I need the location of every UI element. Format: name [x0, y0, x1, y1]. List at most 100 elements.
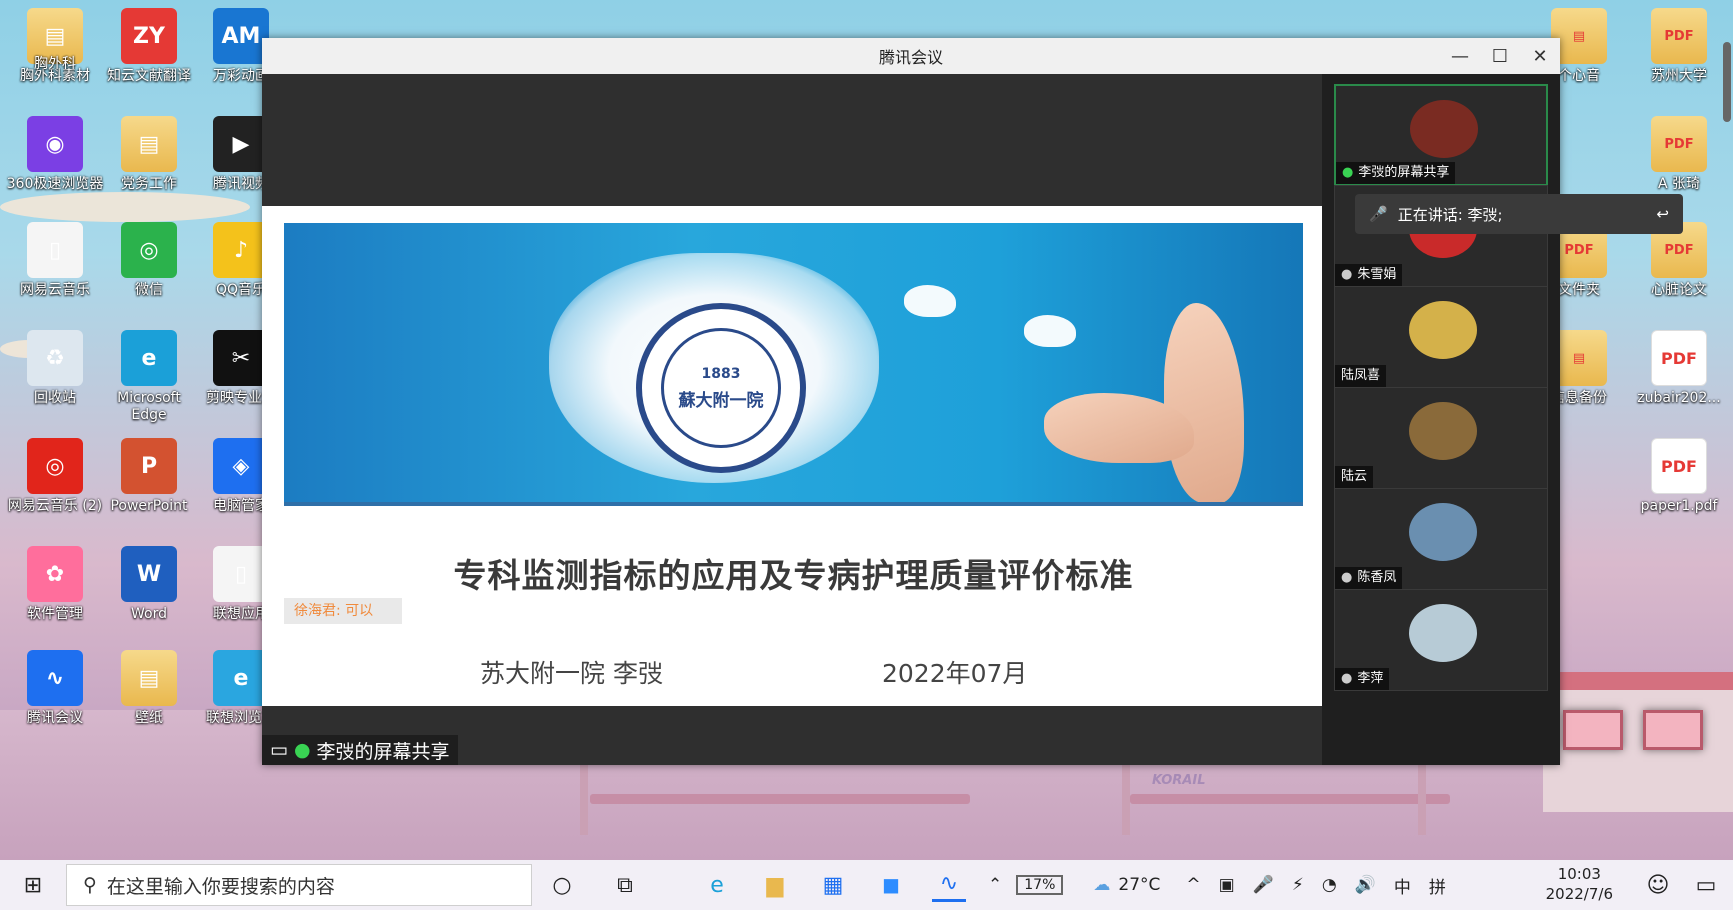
- desktop-icon-label: A 张琦: [1657, 176, 1701, 192]
- participant-name: 陆凤喜: [1341, 368, 1381, 383]
- seal-year: 1883: [701, 365, 741, 382]
- desktop-icon-image: ✿: [27, 546, 83, 602]
- desktop-scrollbar[interactable]: [1723, 42, 1731, 122]
- zoom-icon[interactable]: ◼: [874, 868, 908, 902]
- collapse-icon[interactable]: ↩: [1656, 205, 1669, 223]
- desktop-icon[interactable]: ▤ 壁纸: [100, 650, 198, 727]
- participant-tile[interactable]: ● 李萍: [1334, 589, 1548, 691]
- desktop-icon[interactable]: PDF zubair202...: [1630, 330, 1728, 407]
- desktop-icon-image: ◈: [213, 438, 269, 494]
- wallpaper-sign: KORAIL: [1152, 773, 1206, 788]
- wallpaper-bench: [1130, 794, 1450, 804]
- desktop-icon-image: ◎: [27, 438, 83, 494]
- power-icon[interactable]: ⚡: [1292, 875, 1304, 895]
- search-placeholder: 在这里输入你要搜索的内容: [106, 875, 335, 898]
- desktop-icon-image: ▯: [213, 546, 269, 602]
- desktop-icon-label: PowerPoint: [110, 498, 188, 514]
- participant-name-tag: ● 朱雪娟: [1335, 264, 1403, 286]
- taskbar: ⊞ ⚲ 在这里输入你要搜索的内容 ○ ⧉ e ▆ ▦ ◼ ∿ ⌃ 17% ☁ 2…: [0, 860, 1733, 910]
- participant-tile[interactable]: 陆凤喜: [1334, 286, 1548, 388]
- volume-icon[interactable]: 🔊: [1355, 875, 1376, 895]
- battery-indicator[interactable]: 17%: [1016, 875, 1064, 895]
- weather-temp[interactable]: 27°C: [1118, 875, 1160, 895]
- participant-tile[interactable]: ● 陈香凤: [1334, 488, 1548, 590]
- participant-name-tag: ● 陈香凤: [1335, 567, 1403, 589]
- desktop-icon[interactable]: W Word: [100, 546, 198, 623]
- desktop-icon[interactable]: PDF 苏州大学: [1630, 8, 1728, 85]
- system-clock[interactable]: 10:03 2022/7/6: [1546, 864, 1613, 904]
- desktop-icon-label: 苏州大学: [1651, 68, 1707, 84]
- desktop-icon-label: 知云文献翻译: [107, 68, 191, 84]
- store-icon[interactable]: ▦: [816, 868, 850, 902]
- train-window: [1643, 710, 1703, 750]
- wifi-icon[interactable]: ◔: [1322, 875, 1337, 895]
- desktop-icon[interactable]: ✿ 软件管理: [6, 546, 104, 623]
- close-button[interactable]: ✕: [1520, 38, 1560, 74]
- mic-tray-icon[interactable]: 🎤: [1253, 875, 1274, 895]
- chat-bubble: 徐海君: 可以: [284, 598, 402, 624]
- desktop-icon[interactable]: ◎ 微信: [100, 222, 198, 299]
- desktop-icon-label: 腾讯会议: [27, 710, 83, 726]
- desktop-icon-label: 心脏论文: [1651, 282, 1707, 298]
- desktop-icon[interactable]: ▯ 网易云音乐: [6, 222, 104, 299]
- slide-title: 专科监测指标的应用及专病护理质量评价标准: [453, 556, 1134, 595]
- dove-image: [1024, 315, 1076, 347]
- desktop-icon[interactable]: ∿ 腾讯会议: [6, 650, 104, 727]
- desktop-icon-image: ▶: [213, 116, 269, 172]
- clock-time: 10:03: [1557, 865, 1601, 883]
- participant-name: 李萍: [1357, 671, 1384, 686]
- tray-chevron-icon[interactable]: ⌃: [988, 875, 1002, 895]
- taskbar-search[interactable]: ⚲ 在这里输入你要搜索的内容: [66, 864, 532, 906]
- notification-icon[interactable]: ▭: [1689, 868, 1723, 902]
- tray-up-icon[interactable]: ^: [1186, 875, 1200, 895]
- desktop-icon[interactable]: PDF paper1.pdf: [1630, 438, 1728, 515]
- desktop-icon[interactable]: ♻ 回收站: [6, 330, 104, 407]
- desktop-icon[interactable]: ZY 知云文献翻译: [100, 8, 198, 85]
- desktop-icon-image: ✂: [213, 330, 269, 386]
- participant-avatar: [1409, 301, 1477, 359]
- desktop-icon-label: 360极速浏览器: [6, 176, 104, 192]
- desktop-icon[interactable]: PDF A 张琦: [1630, 116, 1728, 193]
- desktop-icon[interactable]: 胸外科: [6, 0, 104, 73]
- ime-indicator[interactable]: 中: [1394, 873, 1411, 898]
- participant-name-tag: 陆凤喜: [1335, 365, 1387, 387]
- desktop-icon-image: e: [213, 650, 269, 706]
- slide-presenter: 苏大附一院 李弢: [480, 659, 663, 688]
- task-view-icon[interactable]: ⧉: [608, 868, 642, 902]
- maximize-button[interactable]: ☐: [1480, 38, 1520, 74]
- wallpaper-bench-leg: [580, 765, 588, 835]
- chat-icon[interactable]: ☺: [1641, 868, 1675, 902]
- desktop-icon-image: ▤: [121, 116, 177, 172]
- share-label-text: 李弢的屏幕共享: [316, 740, 450, 763]
- edge-taskbar-icon[interactable]: e: [700, 868, 734, 902]
- file-explorer-icon[interactable]: ▆: [758, 868, 792, 902]
- title-bar[interactable]: 腾讯会议 — ☐ ✕: [262, 38, 1560, 74]
- participant-tile[interactable]: 陆云: [1334, 387, 1548, 489]
- shared-screen-area[interactable]: 1883 蘇大附一院 专科监测指标的应用及专病护理质量评价标准 徐海君: 可以 …: [262, 74, 1322, 765]
- desktop-icon-image: PDF: [1651, 330, 1707, 386]
- tencent-meeting-taskbar-icon[interactable]: ∿: [932, 868, 966, 902]
- desktop-icon[interactable]: ◉ 360极速浏览器: [6, 116, 104, 193]
- desktop-icon-label: Microsoft Edge: [117, 390, 181, 423]
- windows-start-icon[interactable]: ⊞: [16, 868, 50, 902]
- ime-mode-indicator[interactable]: 拼: [1429, 873, 1446, 898]
- minimize-button[interactable]: —: [1440, 38, 1480, 74]
- desktop-icon-image: e: [121, 330, 177, 386]
- mic-muted-icon: ●: [1341, 267, 1353, 282]
- cortana-icon[interactable]: ○: [545, 868, 579, 902]
- wallpaper-train: [1543, 672, 1733, 812]
- wallpaper-cloud: [0, 192, 250, 222]
- desktop-icon[interactable]: P PowerPoint: [100, 438, 198, 515]
- participant-tile[interactable]: ● 李弢的屏幕共享: [1334, 84, 1548, 186]
- display-icon[interactable]: ▣: [1219, 875, 1235, 895]
- desktop-icon-image: ▯: [27, 222, 83, 278]
- participant-avatar: [1410, 100, 1478, 158]
- desktop-icon-image: AM: [213, 8, 269, 64]
- desktop-icon-label: 软件管理: [27, 606, 83, 622]
- slide-divider: [284, 502, 1303, 506]
- desktop-icon[interactable]: ▤ 党务工作: [100, 116, 198, 193]
- desktop-icon[interactable]: e Microsoft Edge: [100, 330, 198, 424]
- participant-name-tag: 陆云: [1335, 466, 1374, 488]
- desktop-icon[interactable]: ◎ 网易云音乐 (2): [6, 438, 104, 515]
- presentation-slide: 1883 蘇大附一院 专科监测指标的应用及专病护理质量评价标准 徐海君: 可以 …: [262, 206, 1322, 706]
